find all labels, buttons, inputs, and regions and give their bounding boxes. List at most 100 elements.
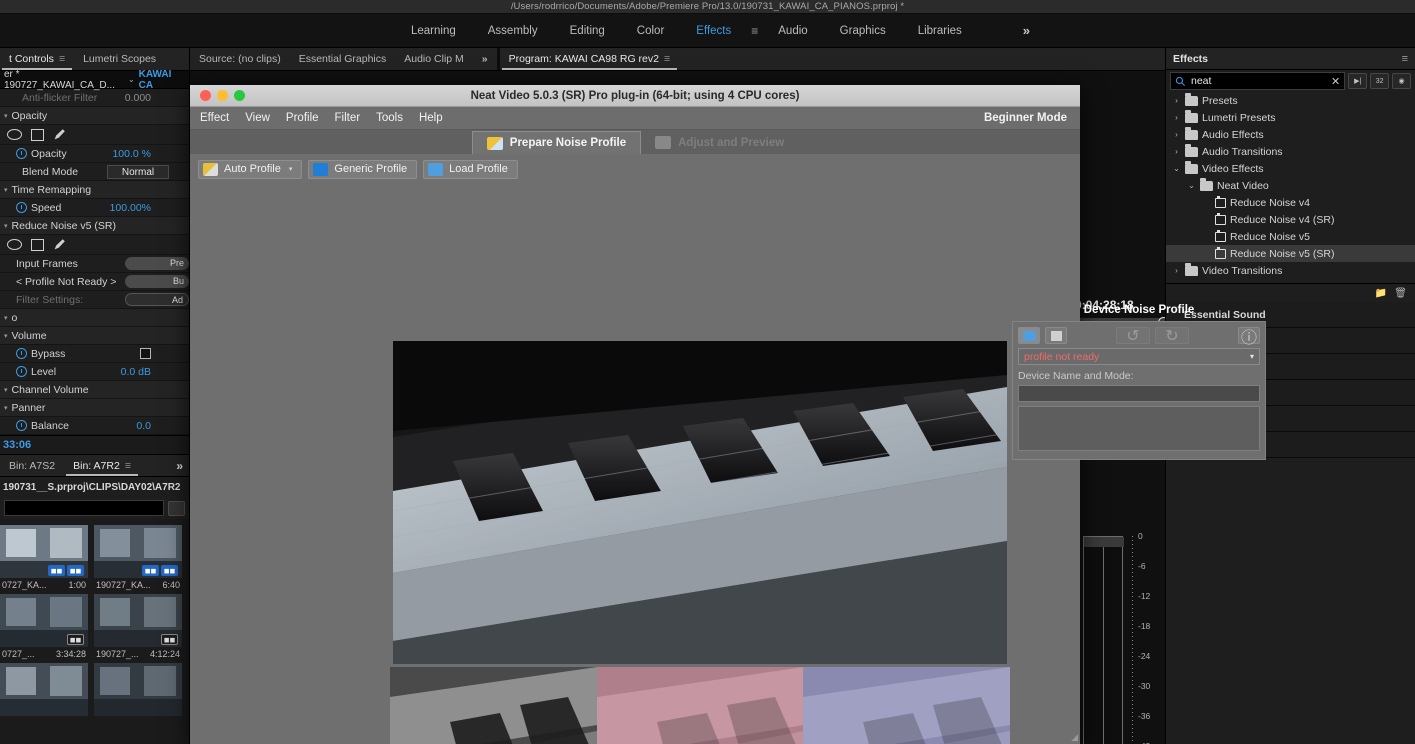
stopwatch-icon[interactable] (16, 148, 27, 159)
tab-essential-graphics[interactable]: Essential Graphics (290, 48, 396, 70)
ec-group-time-remapping[interactable]: ▾Time Remapping (0, 181, 189, 199)
ec-row-value[interactable]: 100.0 % (112, 148, 151, 160)
bin-thumbnail[interactable] (94, 663, 182, 716)
resize-grip[interactable]: ◢ (1071, 732, 1078, 743)
effects-tree-item-audio-transitions[interactable]: ›Audio Transitions (1166, 143, 1415, 160)
menu-effect[interactable]: Effect (200, 112, 229, 124)
ec-group-panner[interactable]: ▾Panner (0, 399, 189, 417)
ellipse-mask-icon[interactable] (7, 239, 22, 250)
effects-tree-item-reduce-noise-v5[interactable]: Reduce Noise v5 (1166, 228, 1415, 245)
profile-status[interactable]: profile not ready ▾ (1018, 348, 1260, 365)
channel-thumbnail-cr[interactable]: Cr Enhanced (597, 667, 804, 744)
ec-row-value[interactable]: 0.000 (125, 92, 151, 104)
bypass-checkbox[interactable] (140, 348, 151, 359)
bin-item[interactable]: ◼◼0727_...3:34:28 (0, 594, 88, 659)
workspace-editing[interactable]: Editing (554, 14, 621, 48)
workspace-overflow-button[interactable]: » (1023, 14, 1030, 48)
load-profile-button[interactable]: Load Profile (423, 160, 518, 179)
pen-mask-icon[interactable] (53, 238, 66, 251)
tab-bin-a7r2[interactable]: Bin: A7R2≡ (64, 455, 140, 476)
bin-thumbnail-area[interactable]: ◼◼◼◼0727_KA...1:00◼◼◼◼190727_KA...6:40◼◼… (0, 519, 189, 744)
twisty-icon[interactable]: › (1172, 266, 1181, 275)
bin-thumbnail[interactable]: ◼◼◼◼ (94, 525, 182, 578)
mode-indicator[interactable]: Beginner Mode (984, 112, 1067, 124)
rectangle-mask-icon[interactable] (31, 129, 44, 141)
delete-icon[interactable]: 🗑 (1394, 288, 1407, 299)
twisty-icon[interactable]: › (1172, 147, 1181, 156)
workspace-libraries[interactable]: Libraries (902, 14, 978, 48)
bin-item[interactable]: ◼◼190727_...4:12:24 (94, 594, 182, 659)
stopwatch-icon[interactable] (16, 366, 27, 377)
effects-tree-item-audio-effects[interactable]: ›Audio Effects (1166, 126, 1415, 143)
channel-thumbnail-y[interactable]: Y Enhanced (390, 667, 597, 744)
panel-menu-icon[interactable]: ≡ (59, 53, 65, 65)
twisty-icon[interactable]: › (1172, 113, 1181, 122)
ec-row-value[interactable]: 0.0 dB (121, 366, 151, 378)
bin-thumbnail[interactable] (0, 663, 88, 716)
effects-tree-item-presets[interactable]: ›Presets (1166, 92, 1415, 109)
bin-item[interactable] (94, 663, 182, 718)
ec-group-opacity[interactable]: ▾Opacity (0, 107, 189, 125)
ec-row-control[interactable]: Bu (125, 275, 189, 288)
ec-row-control[interactable]: Ad (125, 293, 189, 306)
twisty-icon[interactable]: ⌄ (1172, 164, 1181, 173)
stopwatch-icon[interactable] (16, 202, 27, 213)
audio-meters[interactable]: 0-6-12-18-24-30-36-42-48 (1083, 536, 1163, 744)
clear-search-icon[interactable]: ✕ (1331, 75, 1340, 88)
ec-group-channel-volume[interactable]: ▾Channel Volume (0, 381, 189, 399)
bin-item[interactable]: ◼◼◼◼0727_KA...1:00 (0, 525, 88, 590)
accelerated-effects-icon[interactable]: ▶| (1348, 73, 1367, 89)
bin-search-input[interactable] (4, 500, 164, 516)
audio-section-header[interactable]: ▾ o (0, 309, 189, 327)
effects-tree[interactable]: ›Presets›Lumetri Presets›Audio Effects›A… (1166, 92, 1415, 279)
menu-tools[interactable]: Tools (376, 112, 403, 124)
bin-item[interactable] (0, 663, 88, 718)
rectangle-mask-icon[interactable] (31, 239, 44, 251)
bin-item[interactable]: ◼◼◼◼190727_KA...6:40 (94, 525, 182, 590)
workspace-learning[interactable]: Learning (395, 14, 472, 48)
effects-tree-item-video-effects[interactable]: ⌄Video Effects (1166, 160, 1415, 177)
effects-tree-item-neat-video[interactable]: ⌄Neat Video (1166, 177, 1415, 194)
stopwatch-icon[interactable] (16, 348, 27, 359)
menu-profile[interactable]: Profile (286, 112, 319, 124)
bin-thumbnail[interactable]: ◼◼ (94, 594, 182, 647)
ellipse-mask-icon[interactable] (7, 129, 22, 140)
menu-view[interactable]: View (245, 112, 270, 124)
stopwatch-icon[interactable] (16, 420, 27, 431)
panel-menu-icon[interactable]: ≡ (1402, 53, 1408, 65)
new-bin-icon[interactable]: 📁 (1375, 288, 1387, 299)
effects-tree-item-reduce-noise-v4[interactable]: Reduce Noise v4 (1166, 194, 1415, 211)
ycbcr-effects-icon[interactable]: ◉ (1392, 73, 1411, 89)
twisty-icon[interactable]: › (1172, 96, 1181, 105)
workspace-color[interactable]: Color (621, 14, 680, 48)
workspace-graphics[interactable]: Graphics (824, 14, 902, 48)
menu-help[interactable]: Help (419, 112, 443, 124)
blend-mode-select[interactable]: Normal (107, 165, 169, 179)
workspace-menu-icon[interactable]: ≡ (747, 24, 762, 38)
ec-row-control[interactable]: Pre (125, 257, 189, 270)
twisty-icon[interactable]: › (1172, 130, 1181, 139)
open-profile-icon[interactable] (1018, 327, 1040, 344)
tab-program-monitor[interactable]: Program: KAWAI CA98 RG rev2≡ (500, 48, 680, 70)
tab-prepare-noise-profile[interactable]: Prepare Noise Profile (472, 131, 641, 154)
center-tabs-overflow[interactable]: » (473, 48, 497, 70)
ec-row-value[interactable]: 0.0 (136, 420, 151, 432)
workspace-effects[interactable]: Effects (680, 14, 747, 48)
device-name-input[interactable] (1018, 385, 1260, 402)
tab-effect-controls[interactable]: t Controls≡ (0, 48, 74, 70)
effects-tree-item-reduce-noise-v5-sr-[interactable]: Reduce Noise v5 (SR) (1166, 245, 1415, 262)
preview-image[interactable] (393, 341, 1007, 664)
generic-profile-button[interactable]: Generic Profile (308, 160, 417, 179)
bin-thumbnail[interactable]: ◼◼ (0, 594, 88, 647)
workspace-assembly[interactable]: Assembly (472, 14, 554, 48)
ec-row-value[interactable]: 100.00% (110, 202, 151, 214)
effects-search-field[interactable]: ✕ (1170, 72, 1345, 90)
bin-thumbnail[interactable]: ◼◼◼◼ (0, 525, 88, 578)
chevron-down-icon[interactable]: ⌄ (128, 75, 135, 84)
channel-thumbnail-cb[interactable]: Cb Enhanced (803, 667, 1010, 744)
32bit-effects-icon[interactable]: 32 (1370, 73, 1389, 89)
twisty-icon[interactable]: ⌄ (1187, 181, 1196, 190)
auto-profile-button[interactable]: Auto Profile ▾ (198, 160, 302, 179)
chevron-down-icon[interactable]: ▾ (1250, 352, 1254, 361)
pen-mask-icon[interactable] (53, 128, 66, 141)
